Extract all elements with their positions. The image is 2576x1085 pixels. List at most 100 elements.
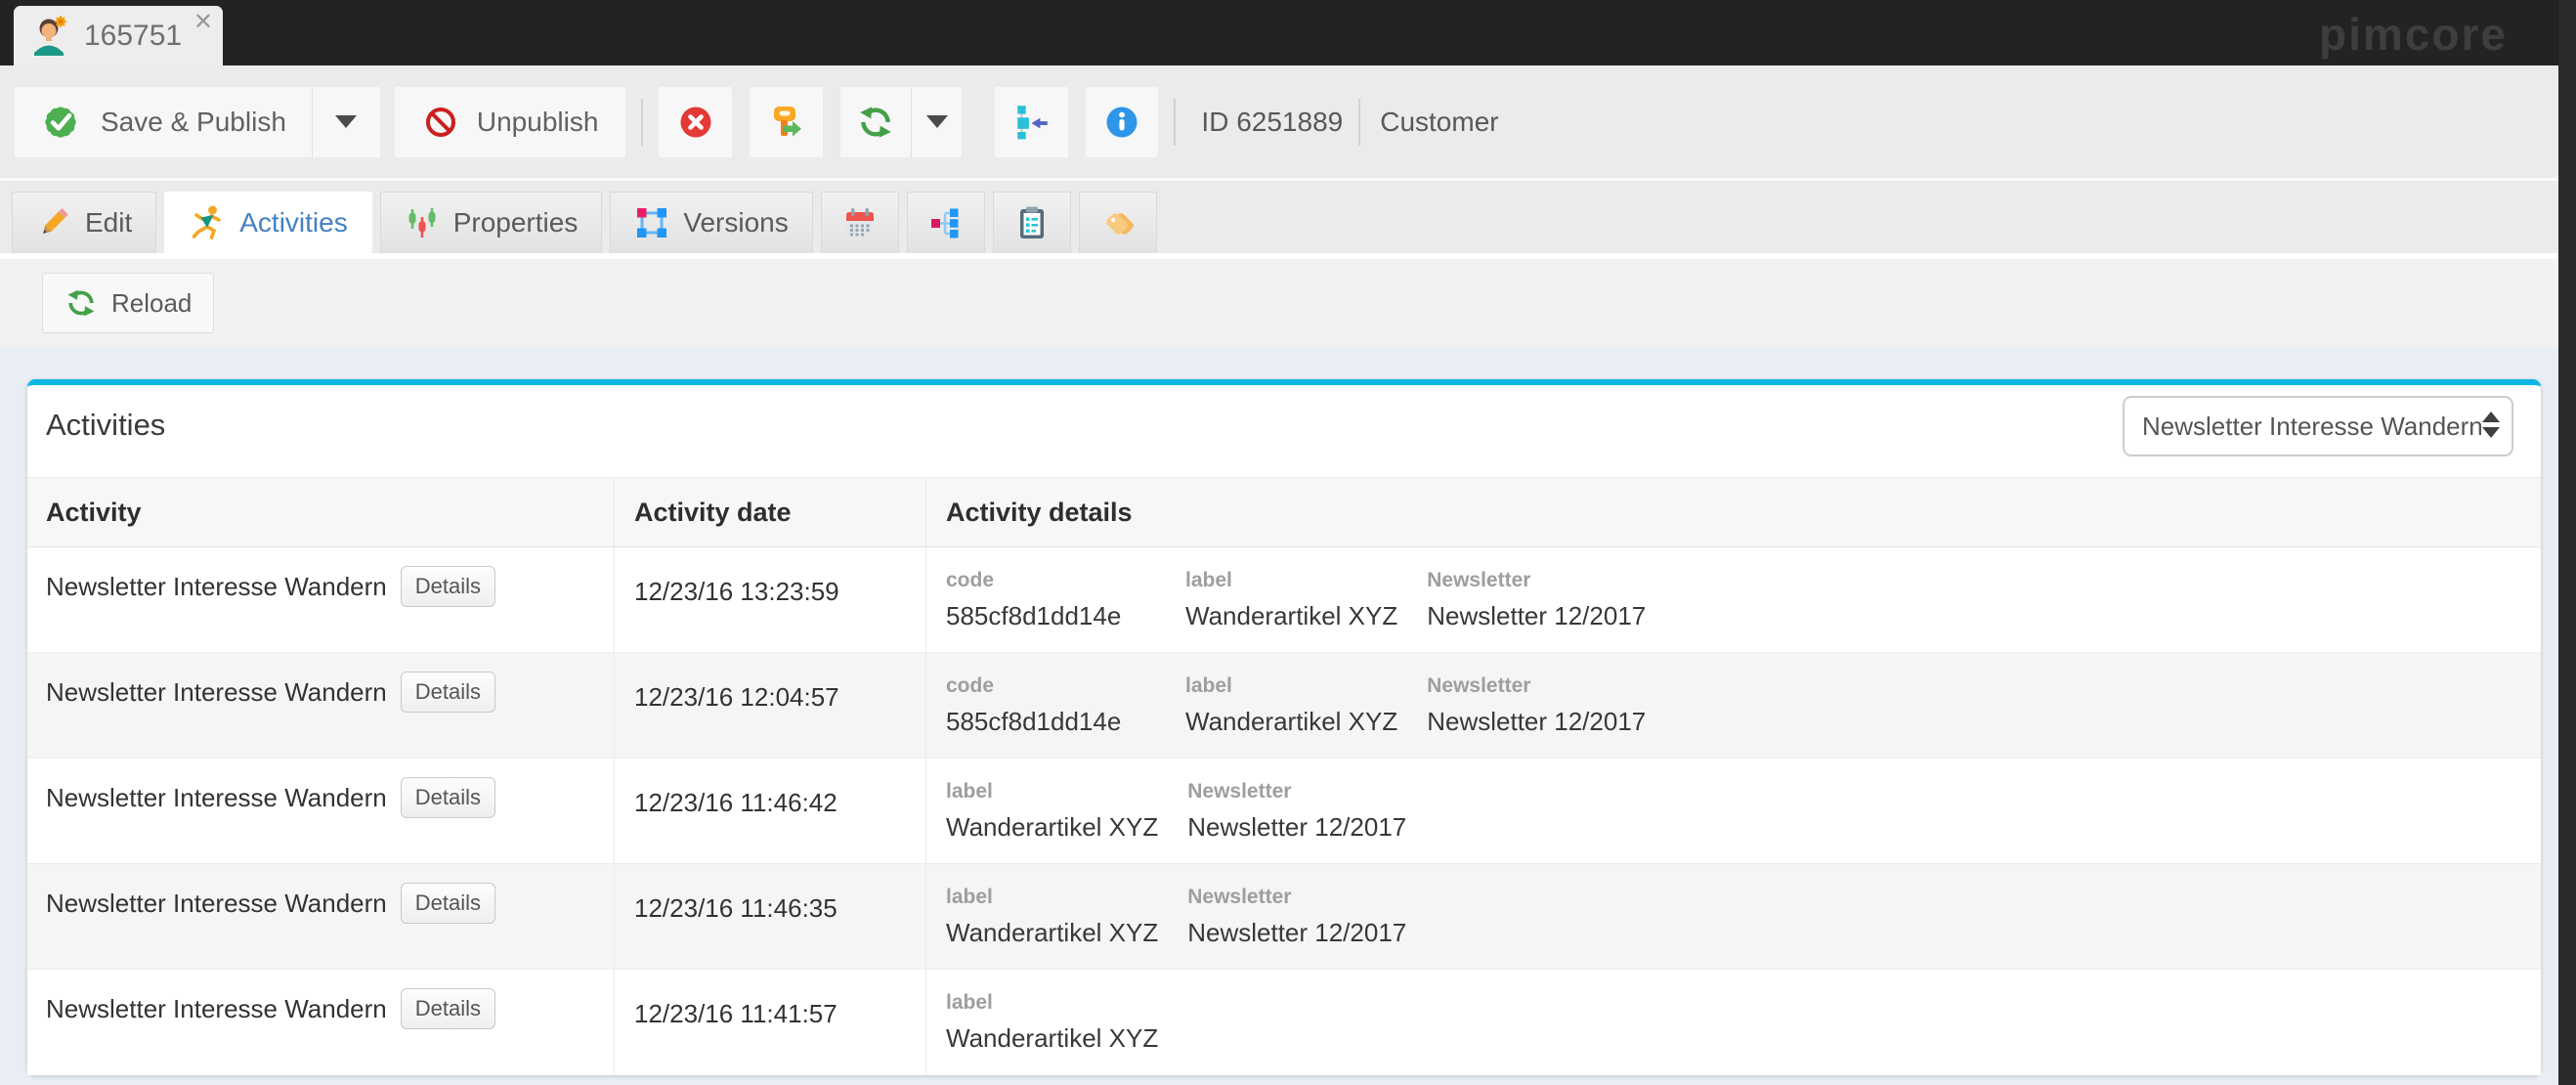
refresh-icon (856, 103, 895, 142)
save-publish-button[interactable]: Save & Publish (15, 87, 312, 157)
detail-field: label Wanderartikel XYZ (946, 991, 1187, 1075)
activity-filter-value: Newsletter Interesse Wandern (2142, 412, 2483, 442)
clipboard-icon (1014, 205, 1050, 240)
close-icon[interactable]: ✕ (193, 8, 213, 36)
details-button[interactable]: Details (401, 988, 495, 1029)
content-area: Activities Newsletter Interesse Wandern … (0, 347, 2576, 1085)
detail-field: Newsletter Newsletter 12/2017 (1187, 780, 1436, 863)
tab-notes[interactable] (993, 192, 1071, 253)
reload-label: Reload (111, 288, 192, 319)
activity-date: 12/23/16 13:23:59 (634, 577, 925, 607)
unpublish-label: Unpublish (477, 107, 599, 138)
save-publish-group: Save & Publish (15, 87, 380, 157)
details-button[interactable]: Details (401, 883, 495, 924)
no-entry-icon (422, 104, 459, 141)
tab-activities-label: Activities (239, 207, 347, 239)
panel-title: Activities (46, 408, 165, 443)
top-bar: 165751 ✕ pimcore (0, 0, 2576, 65)
details-button[interactable]: Details (401, 777, 495, 818)
seal-check-icon (40, 102, 81, 143)
detail-field: label Wanderartikel XYZ (946, 780, 1187, 863)
locate-in-tree-button[interactable] (995, 87, 1068, 157)
delete-icon (677, 104, 714, 141)
properties-icon (405, 205, 440, 240)
pimcore-app: 165751 ✕ pimcore (0, 0, 2576, 1085)
detail-field: label Wanderartikel XYZ (946, 886, 1187, 969)
pimcore-logo: pimcore (2319, 8, 2508, 61)
detail-field: Newsletter Newsletter 12/2017 (1427, 569, 1675, 652)
locate-in-tree-icon (1012, 103, 1052, 142)
activity-name: Newsletter Interesse Wandern (46, 572, 387, 602)
tab-versions-label: Versions (683, 207, 788, 239)
detail-field: code 585cf8d1dd14e (946, 674, 1185, 758)
scrollbar[interactable] (2558, 0, 2576, 1085)
reload-group (840, 87, 962, 157)
tab-edit-label: Edit (85, 207, 132, 239)
reload-button[interactable]: Reload (42, 273, 214, 333)
hierarchy-icon (928, 205, 964, 240)
details-button[interactable]: Details (401, 672, 495, 713)
column-header-activity[interactable]: Activity (27, 478, 615, 546)
activity-name: Newsletter Interesse Wandern (46, 994, 387, 1024)
toolbar-divider (641, 99, 643, 146)
table-row: Newsletter Interesse Wandern Details 12/… (27, 759, 2541, 864)
toolbar-divider (1174, 99, 1176, 146)
detail-field: label Wanderartikel XYZ (1185, 674, 1427, 758)
activity-name: Newsletter Interesse Wandern (46, 889, 387, 919)
calendar-icon (842, 205, 878, 240)
detail-field: Newsletter Newsletter 12/2017 (1427, 674, 1675, 758)
activity-name: Newsletter Interesse Wandern (46, 783, 387, 813)
activities-toolbar: Reload (0, 259, 2576, 347)
tab-versions[interactable]: Versions (610, 192, 812, 253)
info-button[interactable] (1086, 87, 1158, 157)
caret-down-icon (926, 115, 948, 128)
delete-button[interactable] (659, 87, 732, 157)
column-header-activity-details[interactable]: Activity details (926, 478, 2541, 546)
activity-date: 12/23/16 11:46:42 (634, 788, 925, 818)
table-row: Newsletter Interesse Wandern Details 12/… (27, 547, 2541, 653)
column-header-activity-date[interactable]: Activity date (615, 478, 926, 546)
reload-icon (64, 286, 98, 320)
object-type-label: Customer (1380, 107, 1498, 138)
key-icon (767, 103, 806, 142)
rename-key-button[interactable] (750, 87, 823, 157)
detail-field: code 585cf8d1dd14e (946, 569, 1185, 652)
activities-panel: Activities Newsletter Interesse Wandern … (27, 379, 2541, 1075)
object-toolbar: Save & Publish Unpublish (0, 65, 2576, 178)
caret-down-icon (335, 115, 357, 128)
table-header-row: Activity Activity date Activity details (27, 477, 2541, 547)
tab-properties-label: Properties (453, 207, 579, 239)
refresh-button[interactable] (840, 87, 911, 157)
info-icon (1103, 104, 1140, 141)
activity-date: 12/23/16 11:46:35 (634, 893, 925, 924)
tag-icon (1100, 205, 1136, 240)
detail-field: label Wanderartikel XYZ (1185, 569, 1427, 652)
table-row: Newsletter Interesse Wandern Details 12/… (27, 864, 2541, 970)
save-publish-label: Save & Publish (101, 107, 286, 138)
tab-edit[interactable]: Edit (12, 192, 156, 253)
versions-icon (634, 205, 669, 240)
activity-filter-select[interactable]: Newsletter Interesse Wandern (2123, 396, 2513, 456)
table-row: Newsletter Interesse Wandern Details 12/… (27, 653, 2541, 759)
details-button[interactable]: Details (401, 566, 495, 607)
tab-dependencies[interactable] (907, 192, 985, 253)
runner-icon (189, 204, 226, 241)
unpublish-button[interactable]: Unpublish (395, 87, 626, 157)
save-options-button[interactable] (312, 87, 380, 157)
tab-tags[interactable] (1079, 192, 1157, 253)
toolbar-divider (1358, 99, 1360, 146)
activity-name: Newsletter Interesse Wandern (46, 677, 387, 708)
table-row: Newsletter Interesse Wandern Details 12/… (27, 970, 2541, 1075)
customer-avatar-icon (27, 14, 72, 59)
tab-properties[interactable]: Properties (380, 192, 603, 253)
document-tab-165751[interactable]: 165751 ✕ (14, 6, 223, 65)
activities-panel-header: Activities Newsletter Interesse Wandern (27, 385, 2541, 477)
document-tab-label: 165751 (84, 20, 182, 53)
pencil-icon (36, 205, 71, 240)
tab-schedule[interactable] (821, 192, 899, 253)
refresh-options-button[interactable] (911, 87, 962, 157)
object-tab-strip: Edit Activities (0, 181, 2576, 253)
select-arrows-icon (2482, 412, 2500, 438)
activity-date: 12/23/16 11:41:57 (634, 999, 925, 1029)
tab-activities[interactable]: Activities (164, 192, 371, 253)
